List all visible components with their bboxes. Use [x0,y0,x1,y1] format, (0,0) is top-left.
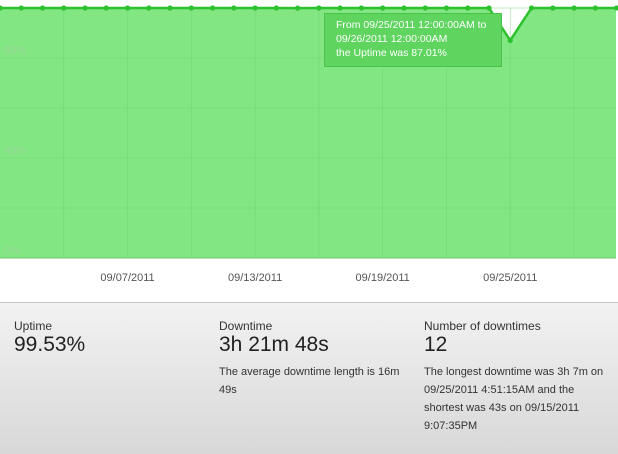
data-point [422,5,428,11]
downtime-label: Downtime [219,319,273,333]
uptime-label: Uptime [14,319,53,333]
chart-tooltip: From 09/25/2011 12:00:00AM to 09/26/2011… [324,13,502,67]
data-point [443,5,450,11]
data-point [146,5,152,11]
x-tick-label: 09/07/2011 [100,272,154,284]
data-point [273,5,279,11]
downtime-count-stat: Number of downtimes 12 The longest downt… [424,319,604,435]
data-point [103,5,109,11]
data-point [528,5,535,11]
tooltip-line-2: 09/26/2011 12:00:00AM [336,33,448,45]
uptime-value: 99.53% [14,333,86,356]
y-tick-label: 0% [4,245,20,257]
data-point [592,5,598,11]
data-point [316,5,322,11]
uptime-area [0,8,617,258]
downtime-description: The average downtime length is 16m 49s [219,366,400,396]
data-point [571,5,577,11]
x-tick-label: 09/19/2011 [356,272,410,284]
data-point [401,5,407,11]
data-point [550,5,556,11]
x-tick-label: 09/25/2011 [483,272,537,284]
downtime-count-label: Number of downtimes [424,319,541,333]
data-point [380,5,386,11]
uptime-stat: Uptime 99.53% [14,319,194,357]
data-point [486,5,492,11]
stats-panel: Uptime 99.53% Downtime 3h 21m 48s The av… [0,302,618,454]
tooltip-line-3: the Uptime was 87.01% [336,47,447,59]
data-point [337,5,343,11]
data-point [231,5,237,11]
uptime-chart-svg[interactable]: 0% 40% 80% 09/07/2011 09/13/2011 09/19/2011 09… [0,0,618,300]
data-point [210,5,216,11]
data-point [18,5,24,11]
downtime-stat: Downtime 3h 21m 48s The average downtime… [219,319,409,399]
data-point [124,5,131,11]
uptime-chart[interactable]: 0% 40% 80% 09/07/2011 09/13/2011 09/19/2011 09… [0,0,618,300]
data-point [507,37,513,44]
downtime-count-description: The longest downtime was 3h 7m on 09/25/… [424,366,604,432]
y-tick-label: 40% [4,145,26,157]
y-tick-label: 80% [4,45,26,57]
tooltip-line-1: From 09/25/2011 12:00:00AM to [336,19,487,31]
data-point [82,5,88,11]
data-point [465,5,471,11]
x-tick-label: 09/13/2011 [228,272,282,284]
data-point [167,5,173,11]
data-point [295,5,301,11]
data-point [252,5,258,11]
data-point [358,5,365,11]
data-point [39,5,46,11]
downtime-value: 3h 21m 48s [219,333,329,356]
data-point [188,5,194,11]
data-point [61,5,67,11]
downtime-count-value: 12 [424,333,448,356]
